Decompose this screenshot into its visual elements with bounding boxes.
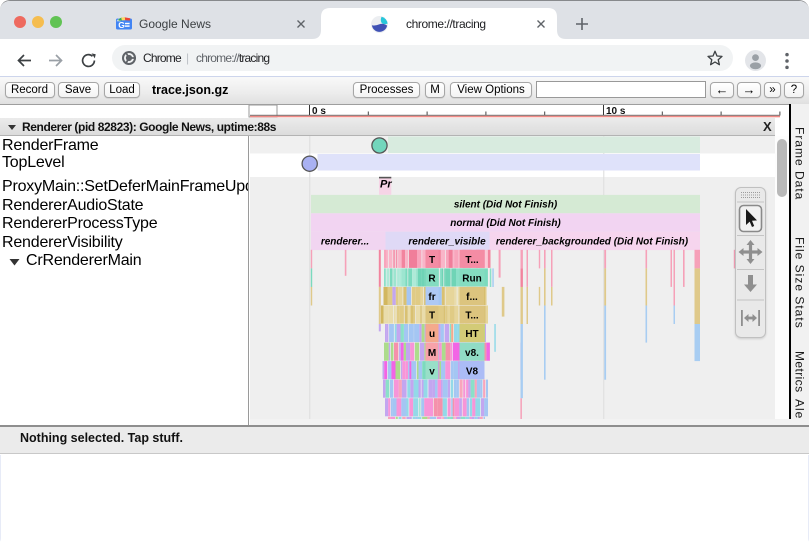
- svg-text:M: M: [428, 347, 436, 358]
- svg-text:v: v: [429, 366, 435, 377]
- svg-text:v8.: v8.: [465, 347, 479, 358]
- svg-text:R: R: [428, 273, 436, 284]
- svg-text:renderer...: renderer...: [321, 236, 369, 247]
- svg-text:silent (Did Not Finish): silent (Did Not Finish): [454, 199, 558, 210]
- svg-text:renderer_visible: renderer_visible: [408, 236, 486, 247]
- svg-text:G: G: [118, 20, 125, 30]
- svg-text:renderer_backgrounded (Did Not: renderer_backgrounded (Did Not Finish): [496, 236, 689, 247]
- svg-text:Pr: Pr: [380, 178, 392, 190]
- svg-text:f...: f...: [466, 292, 478, 303]
- svg-text:T...: T...: [465, 310, 479, 321]
- svg-text:T: T: [429, 255, 435, 266]
- svg-text:HT: HT: [465, 329, 478, 340]
- svg-text:T: T: [429, 310, 435, 321]
- svg-text:u: u: [429, 329, 435, 340]
- svg-text:normal (Did Not Finish): normal (Did Not Finish): [450, 218, 561, 229]
- svg-text:T...: T...: [465, 255, 479, 266]
- svg-text:V8: V8: [466, 366, 479, 377]
- svg-text:fr: fr: [428, 292, 435, 303]
- svg-text:Run: Run: [462, 273, 481, 284]
